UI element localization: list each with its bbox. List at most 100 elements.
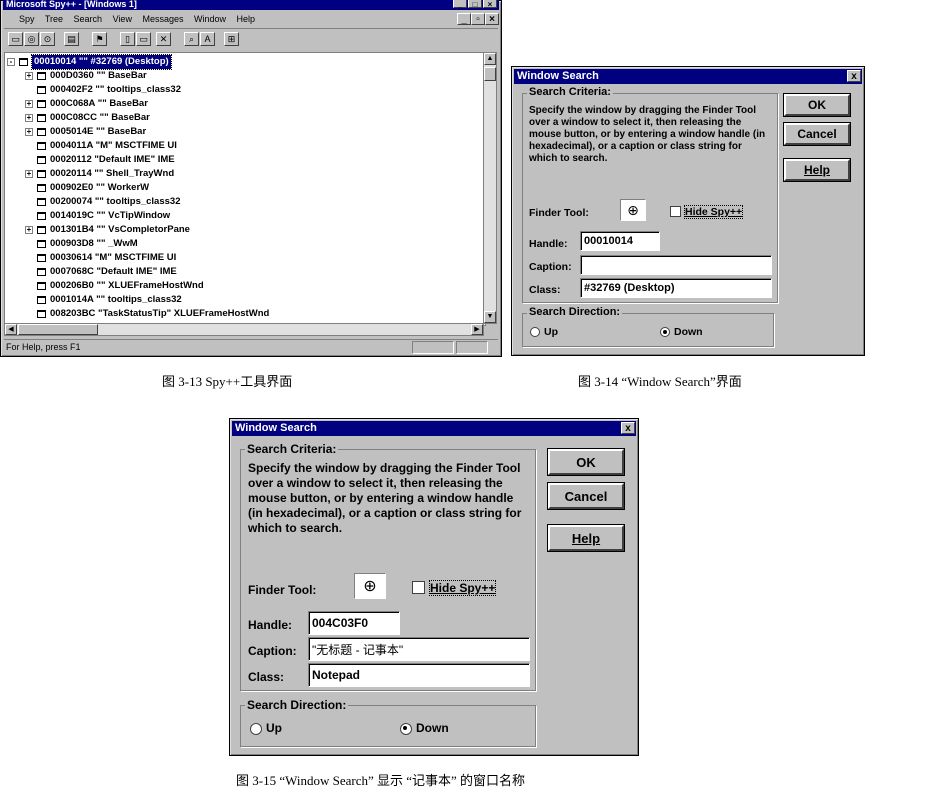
expand-icon[interactable]: + xyxy=(25,170,33,178)
tree-node[interactable]: - 00010014 "" #32769 (Desktop) xyxy=(5,54,485,70)
tree-node[interactable]: +00020114 "" Shell_TrayWnd xyxy=(5,167,485,181)
hide-spy-checkbox[interactable] xyxy=(412,581,425,594)
class-field[interactable]: #32769 (Desktop) xyxy=(580,278,772,298)
new-window-icon[interactable]: ▭ xyxy=(8,32,23,46)
maximize-icon[interactable]: □ xyxy=(468,0,482,9)
window-node-icon xyxy=(37,100,46,108)
search-criteria-label: Search Criteria: xyxy=(245,442,339,456)
direction-down-radio[interactable] xyxy=(660,327,670,337)
handle-field[interactable]: 004C03F0 xyxy=(308,611,400,635)
tree-node[interactable]: +001301B4 "" VsCompletorPane xyxy=(5,223,485,237)
close-icon[interactable]: × xyxy=(483,0,497,9)
menu-window[interactable]: Window xyxy=(194,14,226,24)
expand-icon[interactable]: + xyxy=(25,72,33,80)
hide-spy-label[interactable]: Hide Spy++ xyxy=(683,205,744,219)
threads-icon[interactable]: ▤ xyxy=(64,32,79,46)
messages-icon[interactable]: ◎ xyxy=(24,32,39,46)
dialog-titlebar: Window Search x xyxy=(232,421,636,436)
direction-down-radio[interactable] xyxy=(400,723,412,735)
tree-node[interactable]: +000C068A "" BaseBar xyxy=(5,97,485,111)
ok-button[interactable]: OK xyxy=(547,448,625,476)
direction-down-label[interactable]: Down xyxy=(674,326,703,338)
direction-up-label[interactable]: Up xyxy=(544,326,558,338)
properties-icon[interactable]: ▯ xyxy=(120,32,135,46)
scroll-right-arrow[interactable]: ▶ xyxy=(471,324,483,335)
scroll-left-arrow[interactable]: ◀ xyxy=(5,324,17,335)
tree-node[interactable]: 000402F2 "" tooltips_class32 xyxy=(5,83,485,97)
direction-down-label[interactable]: Down xyxy=(416,721,449,735)
expand-icon[interactable]: + xyxy=(25,100,33,108)
tree-node[interactable]: 008203BC "TaskStatusTip" XLUEFrameHostWn… xyxy=(5,307,485,321)
help-button[interactable]: Help xyxy=(547,524,625,552)
direction-up-radio[interactable] xyxy=(250,723,262,735)
window-node-icon xyxy=(37,198,46,206)
hscroll-thumb[interactable] xyxy=(18,324,98,335)
expand-icon[interactable]: + xyxy=(25,114,33,122)
expand-icon[interactable]: + xyxy=(25,226,33,234)
cancel-button[interactable]: Cancel xyxy=(547,482,625,510)
scroll-thumb[interactable] xyxy=(484,67,496,81)
tree-node[interactable]: +000C08CC "" BaseBar xyxy=(5,111,485,125)
child-restore-icon[interactable]: ▫ xyxy=(471,13,485,25)
tree-node[interactable]: 000902E0 "" WorkerW xyxy=(5,181,485,195)
expand-icon[interactable]: + xyxy=(25,128,33,136)
tree-node[interactable]: +000D0360 "" BaseBar xyxy=(5,69,485,83)
dialog-close-icon[interactable]: x xyxy=(847,70,861,82)
tree-node[interactable]: 00020112 "Default IME" IME xyxy=(5,153,485,167)
caption-field[interactable] xyxy=(580,255,772,275)
dialog-close-icon[interactable]: x xyxy=(621,422,635,434)
cancel-button[interactable]: Cancel xyxy=(783,122,851,146)
tree-node-label: 00020114 "" Shell_TrayWnd xyxy=(50,168,175,179)
caption-field[interactable]: "无标题 - 记事本" xyxy=(308,637,530,661)
collapse-icon[interactable]: - xyxy=(7,58,15,66)
menu-spy[interactable]: Spy xyxy=(19,14,35,24)
tile-icon[interactable]: ⊞ xyxy=(224,32,239,46)
processes-icon[interactable]: ⊙ xyxy=(40,32,55,46)
tree-node[interactable]: 00200074 "" tooltips_class32 xyxy=(5,195,485,209)
horizontal-scrollbar[interactable]: ◀ ▶ xyxy=(4,323,484,336)
tree-node[interactable]: 0007068C "Default IME" IME xyxy=(5,265,485,279)
scroll-up-arrow[interactable]: ▲ xyxy=(484,53,496,65)
window-tree[interactable]: -00010014 "" #32769 (Desktop) +000D0360 "… xyxy=(4,52,486,326)
menu-view[interactable]: View xyxy=(113,14,132,24)
search-criteria-label: Search Criteria: xyxy=(527,86,613,98)
tree-node[interactable]: 0004011A "M" MSCTFIME UI xyxy=(5,139,485,153)
direction-up-label[interactable]: Up xyxy=(266,721,282,735)
spy-toolbar: ▭ ◎ ⊙ ▤ ⚑ ▯ ▭ ✕ ⌕ A ⊞ xyxy=(4,28,498,51)
hide-spy-checkbox[interactable] xyxy=(670,206,681,217)
class-label: Class: xyxy=(248,670,285,684)
handle-label: Handle: xyxy=(248,618,293,632)
spy-menubar: Spy Tree Search View Messages Window Hel… xyxy=(5,12,263,26)
tree-node[interactable]: 0014019C "" VcTipWindow xyxy=(5,209,485,223)
menu-search[interactable]: Search xyxy=(74,14,103,24)
tree-node[interactable]: 0001014A "" tooltips_class32 xyxy=(5,293,485,307)
tree-node[interactable]: 000903D8 "" _WwM xyxy=(5,237,485,251)
hide-spy-label[interactable]: Hide Spy++ xyxy=(428,580,497,596)
menu-tree[interactable]: Tree xyxy=(45,14,63,24)
font-icon[interactable]: A xyxy=(200,32,215,46)
scroll-down-arrow[interactable]: ▼ xyxy=(484,311,496,323)
minimize-icon[interactable]: _ xyxy=(453,0,467,9)
window-node-icon xyxy=(37,156,46,164)
finder-tool[interactable]: ⊕ xyxy=(620,199,646,221)
menu-help[interactable]: Help xyxy=(237,14,256,24)
child-minimize-icon[interactable]: _ xyxy=(457,13,471,25)
tree-node[interactable]: +0005014E "" BaseBar xyxy=(5,125,485,139)
ok-button[interactable]: OK xyxy=(783,93,851,117)
vertical-scrollbar[interactable]: ▲ ▼ xyxy=(483,52,497,324)
close-icon[interactable]: ✕ xyxy=(156,32,171,46)
menu-messages[interactable]: Messages xyxy=(142,14,183,24)
help-button[interactable]: Help xyxy=(783,158,851,182)
child-close-icon[interactable]: × xyxy=(485,13,499,25)
direction-up-radio[interactable] xyxy=(530,327,540,337)
tree-node[interactable]: 00030614 "M" MSCTFIME UI xyxy=(5,251,485,265)
class-field[interactable]: Notepad xyxy=(308,663,530,687)
refresh-icon[interactable]: ▭ xyxy=(136,32,151,46)
tree-node[interactable]: 000206B0 "" XLUEFrameHostWnd xyxy=(5,279,485,293)
find-window-icon[interactable]: ⚑ xyxy=(92,32,107,46)
handle-field[interactable]: 00010014 xyxy=(580,231,660,251)
finder-tool[interactable]: ⊕ xyxy=(354,573,386,599)
window-node-icon xyxy=(37,226,46,234)
search-direction-label: Search Direction: xyxy=(245,698,349,712)
finder-icon[interactable]: ⌕ xyxy=(184,32,199,46)
